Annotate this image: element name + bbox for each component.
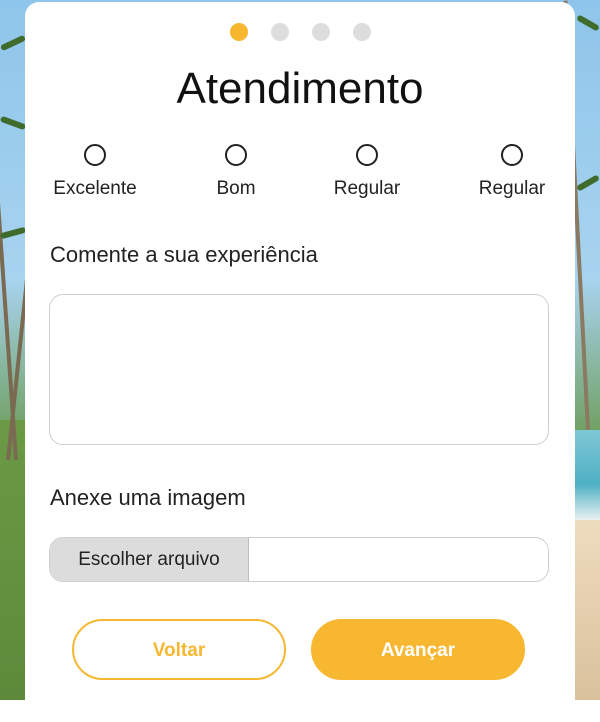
choose-file-button[interactable]: Escolher arquivo bbox=[50, 538, 249, 581]
step-dot-2 bbox=[270, 23, 289, 41]
rating-option-bom[interactable]: Bom bbox=[208, 144, 264, 200]
rating-label: Bom bbox=[216, 178, 256, 199]
next-button[interactable]: Avançar bbox=[311, 619, 525, 680]
palm-frond bbox=[0, 34, 27, 52]
radio-button[interactable] bbox=[84, 144, 106, 166]
step-dot-3 bbox=[311, 23, 330, 41]
rating-label: Regular bbox=[478, 178, 546, 199]
radio-button[interactable] bbox=[501, 144, 523, 166]
comment-textarea[interactable] bbox=[49, 294, 549, 445]
step-dot-1 bbox=[229, 23, 248, 41]
attach-image-label: Anexe uma imagem bbox=[50, 485, 246, 510]
step-dot-4 bbox=[352, 23, 371, 41]
rating-label: Regular bbox=[333, 178, 401, 199]
back-button[interactable]: Voltar bbox=[72, 619, 286, 680]
palm-frond bbox=[576, 174, 600, 192]
palm-frond bbox=[0, 226, 27, 240]
palm-frond bbox=[0, 115, 27, 131]
rating-label: Excelente bbox=[53, 178, 137, 199]
step-indicator bbox=[25, 23, 575, 43]
page-title: Atendimento bbox=[176, 64, 424, 113]
palm-frond bbox=[576, 14, 600, 32]
rating-option-regular[interactable]: Regular bbox=[327, 144, 407, 200]
file-input[interactable]: Escolher arquivo bbox=[49, 537, 549, 582]
radio-button[interactable] bbox=[356, 144, 378, 166]
comment-label: Comente a sua experiência bbox=[50, 242, 318, 267]
rating-option-regular-2[interactable]: Regular bbox=[472, 144, 552, 200]
rating-option-excelente[interactable]: Excelente bbox=[47, 144, 143, 200]
feedback-card: Atendimento Excelente Bom Regular Regula… bbox=[25, 2, 575, 722]
radio-button[interactable] bbox=[225, 144, 247, 166]
palm-trunk bbox=[0, 140, 18, 461]
